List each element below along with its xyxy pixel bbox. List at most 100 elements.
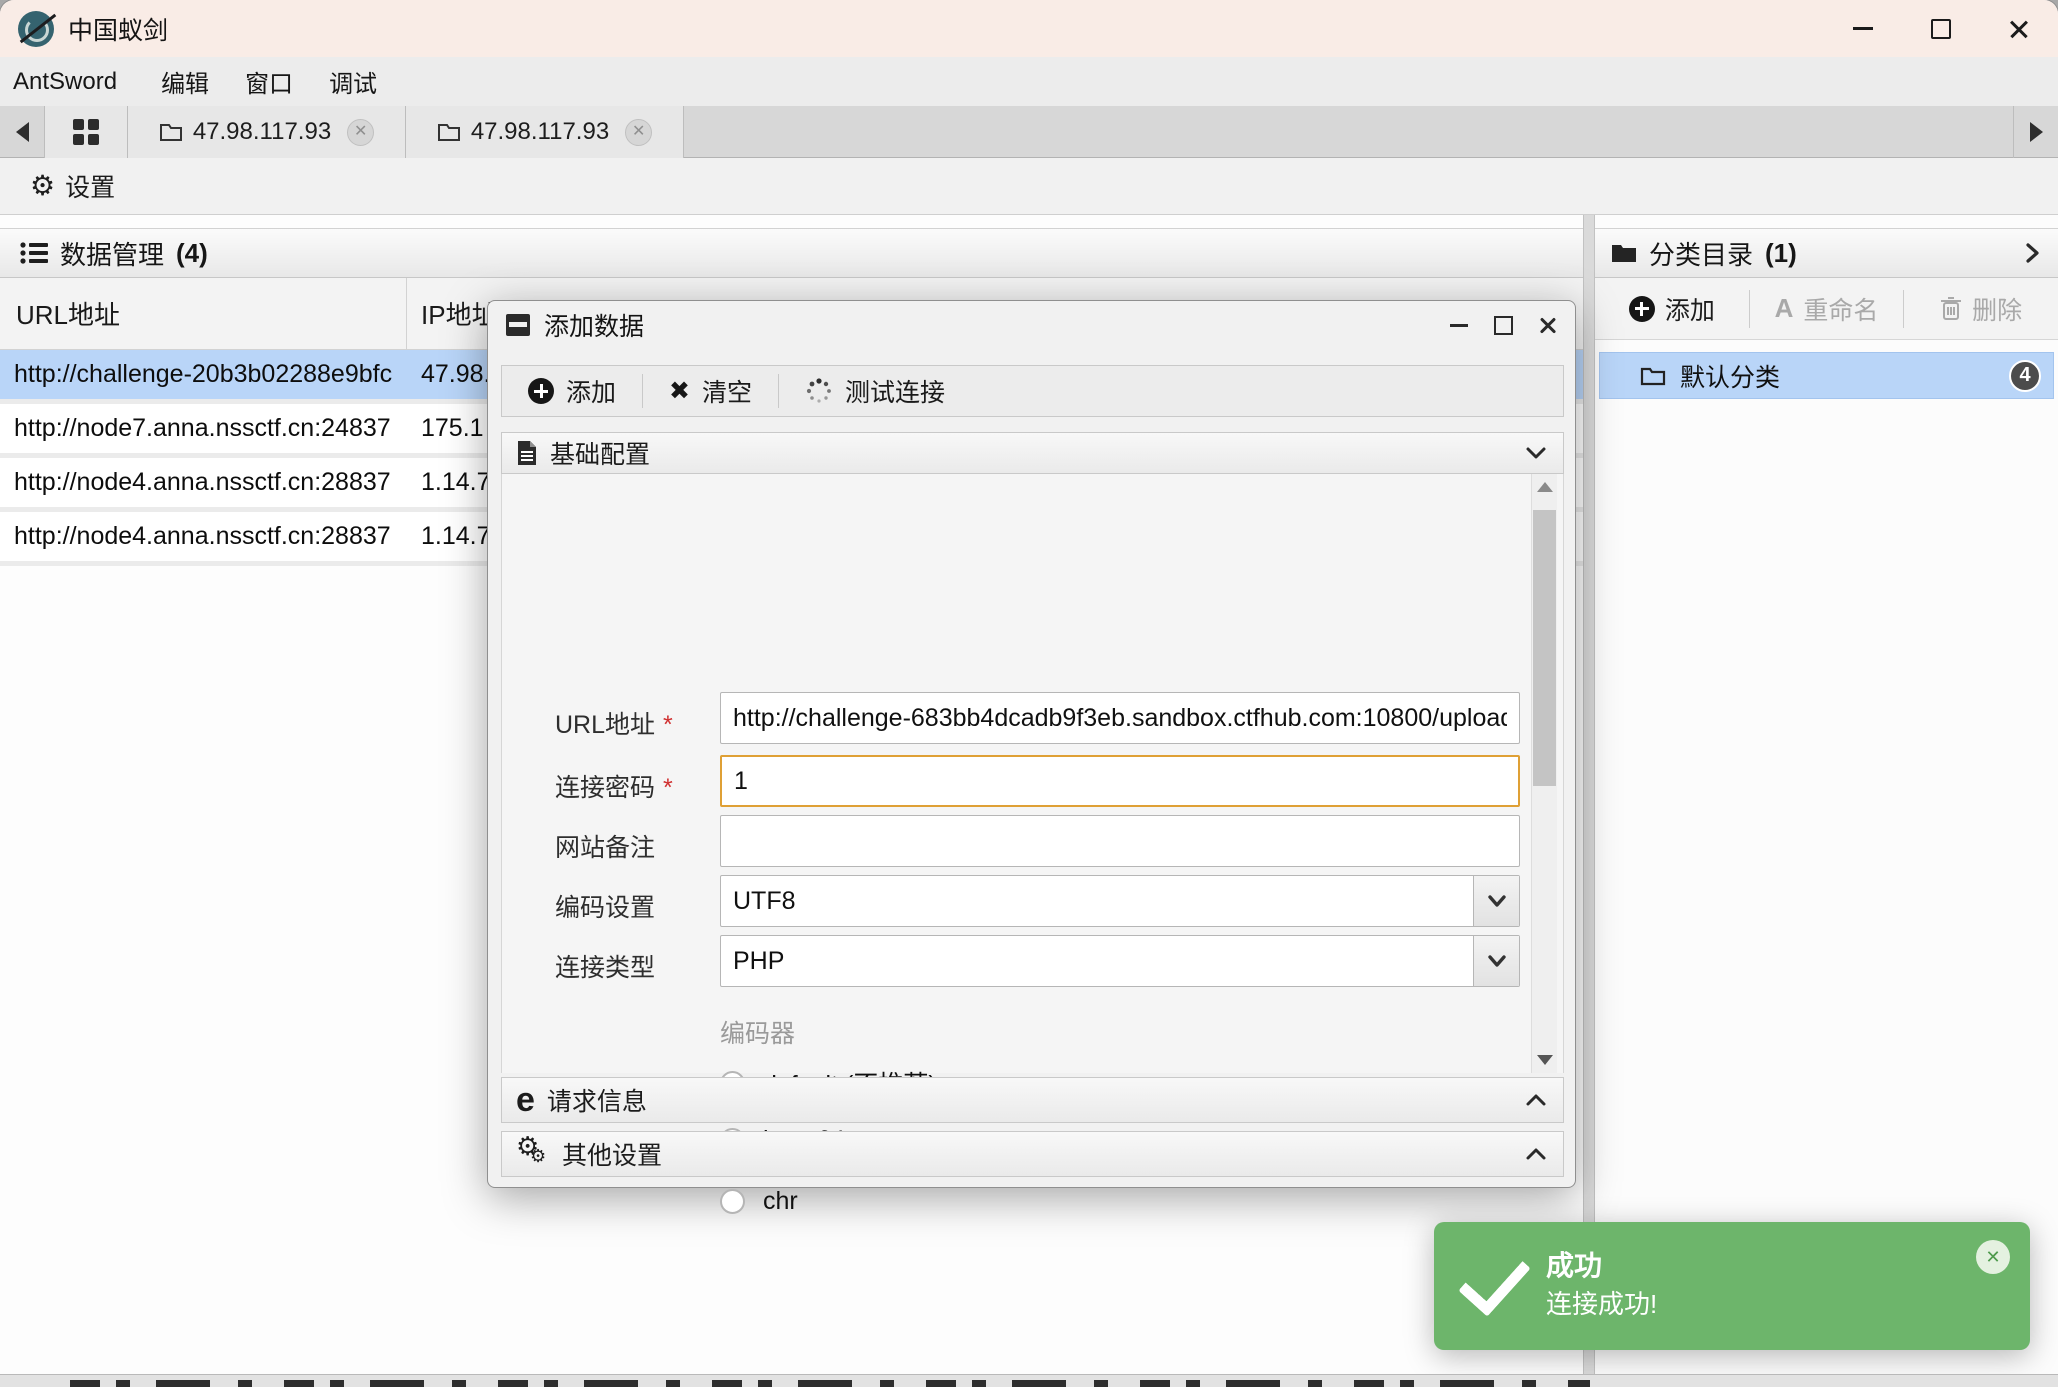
category-item-default[interactable]: 默认分类 4: [1599, 352, 2054, 399]
section-basic-config[interactable]: 基础配置: [501, 432, 1564, 474]
category-add-button[interactable]: 添加: [1595, 278, 1749, 339]
dialog-scrollbar[interactable]: [1531, 474, 1557, 1073]
scroll-down-arrow[interactable]: [1537, 1055, 1553, 1065]
dialog-minimize-button[interactable]: [1450, 323, 1468, 327]
minimize-button[interactable]: [1824, 0, 1902, 57]
menu-bar: AntSword 编辑 窗口 调试: [0, 57, 2058, 106]
gear-icon: ⚙: [30, 170, 56, 201]
url-field-label: URL地址 *: [555, 711, 673, 739]
category-rename-button[interactable]: A 重命名: [1750, 278, 1904, 339]
cell-url: http://node4.anna.nssctf.cn:28837: [14, 468, 391, 496]
maximize-icon: [1931, 18, 1951, 39]
arrow-left-icon: [15, 122, 29, 142]
category-panel-header: 分类目录 (1): [1595, 228, 2058, 278]
clear-x-icon: ✖: [669, 376, 690, 405]
section-request-info[interactable]: e 请求信息: [501, 1077, 1564, 1123]
radio-icon: [720, 1189, 745, 1214]
menu-debug[interactable]: 调试: [329, 64, 399, 99]
password-input[interactable]: [720, 755, 1520, 807]
scrollbar-thumb[interactable]: [1533, 510, 1556, 786]
menu-edit[interactable]: 编辑: [161, 64, 231, 99]
chevron-down-icon: [1487, 895, 1506, 907]
tab-close-button[interactable]: ✕: [347, 118, 375, 146]
close-button[interactable]: [1980, 0, 2058, 57]
conn-type-value: PHP: [733, 946, 785, 975]
close-icon: ✕: [353, 123, 368, 140]
data-panel-title: 数据管理: [60, 239, 165, 270]
spinner-dots-icon: [805, 377, 833, 405]
data-panel-count: (4): [176, 237, 208, 268]
encoding-field-label: 编码设置: [555, 894, 656, 922]
dialog-title: 添加数据: [544, 313, 645, 341]
window-icon: [506, 314, 530, 336]
category-panel-count: (1): [1765, 237, 1797, 268]
toast-title: 成功: [1546, 1250, 1603, 1281]
conn-type-select[interactable]: PHP: [720, 935, 1520, 987]
section-other-settings[interactable]: ⚙ ⚙ 其他设置: [501, 1131, 1564, 1177]
dialog-clear-label: 清空: [701, 379, 752, 407]
dialog-test-connection-button[interactable]: 测试连接: [779, 366, 971, 416]
category-panel: 分类目录 (1) 添加 A 重命名 删除 默认分类 4: [1595, 215, 2058, 1387]
tab-scroll-right-button[interactable]: [2013, 106, 2058, 158]
cell-url: http://challenge-20b3b02288e9bfc: [14, 360, 393, 388]
close-icon: ✕: [631, 123, 646, 140]
gears-icon: ⚙ ⚙: [516, 1131, 547, 1166]
rename-a-icon: A: [1774, 293, 1794, 323]
category-delete-button[interactable]: 删除: [1904, 278, 2058, 339]
tab-home[interactable]: [44, 106, 128, 158]
url-input[interactable]: [720, 692, 1520, 744]
panel-divider[interactable]: [1583, 215, 1595, 1387]
tab-bar: 47.98.117.93 ✕ 47.98.117.93 ✕: [0, 106, 2058, 158]
success-toast: 成功 连接成功! ✕: [1434, 1222, 2030, 1350]
plus-circle-icon: [528, 378, 554, 404]
dialog-add-button[interactable]: 添加: [502, 366, 642, 416]
encoder-group-label: 编码器: [720, 1020, 796, 1048]
tab-scroll-left-button[interactable]: [0, 106, 44, 158]
data-panel-header: 数据管理 (4): [0, 228, 1583, 278]
minimize-icon: [1853, 27, 1873, 30]
menu-antsword[interactable]: AntSword: [13, 68, 147, 96]
scroll-up-arrow[interactable]: [1537, 482, 1553, 492]
tab-label: 47.98.117.93: [470, 118, 610, 145]
settings-button[interactable]: 设置: [65, 168, 115, 204]
dialog-clear-button[interactable]: ✖ 清空: [643, 366, 778, 416]
trash-icon: [1940, 296, 1962, 322]
dialog-close-button[interactable]: [1539, 316, 1557, 334]
maximize-button[interactable]: [1902, 0, 1980, 57]
encoding-select[interactable]: UTF8: [720, 875, 1520, 927]
category-delete-label: 删除: [1972, 296, 2023, 325]
tab-label: 47.98.117.93: [192, 118, 332, 145]
category-panel-title: 分类目录: [1649, 239, 1754, 270]
tab-shell-2[interactable]: 47.98.117.93 ✕: [406, 106, 684, 158]
dialog-test-label: 测试连接: [844, 379, 945, 407]
column-header-url[interactable]: URL地址: [0, 278, 407, 349]
count-badge: 4: [2009, 359, 2041, 392]
category-rename-label: 重命名: [1803, 296, 1879, 325]
select-dropdown-button[interactable]: [1473, 876, 1519, 926]
note-input[interactable]: [720, 815, 1520, 867]
menu-window[interactable]: 窗口: [245, 64, 315, 99]
folder-icon: [437, 121, 461, 143]
conn-type-field-label: 连接类型: [555, 954, 656, 982]
select-dropdown-button[interactable]: [1473, 936, 1519, 986]
required-mark: *: [663, 774, 673, 802]
dialog-add-label: 添加: [566, 379, 617, 407]
required-mark: *: [663, 711, 673, 739]
toast-close-button[interactable]: ✕: [1976, 1240, 2010, 1274]
chevron-up-icon: [1523, 1091, 1549, 1109]
window-title: 中国蚁剑: [68, 16, 169, 45]
chevron-down-icon: [1523, 444, 1549, 462]
dialog-maximize-button[interactable]: [1494, 315, 1513, 335]
cell-url: http://node7.anna.nssctf.cn:24837: [14, 414, 391, 442]
tab-close-button[interactable]: ✕: [625, 118, 653, 146]
clipped-bottom-row: [0, 1374, 2058, 1387]
plus-circle-icon: [1628, 295, 1655, 322]
chevron-right-icon[interactable]: [2022, 240, 2042, 266]
password-field-label: 连接密码 *: [555, 774, 673, 802]
tab-shell-1[interactable]: 47.98.117.93 ✕: [128, 106, 406, 158]
folder-icon: [1640, 365, 1666, 387]
dialog-header[interactable]: 添加数据: [488, 301, 1575, 349]
category-toolbar: 添加 A 重命名 删除: [1595, 278, 2058, 340]
encoder-option-chr[interactable]: chr: [720, 1187, 798, 1216]
encoding-value: UTF8: [733, 886, 796, 915]
